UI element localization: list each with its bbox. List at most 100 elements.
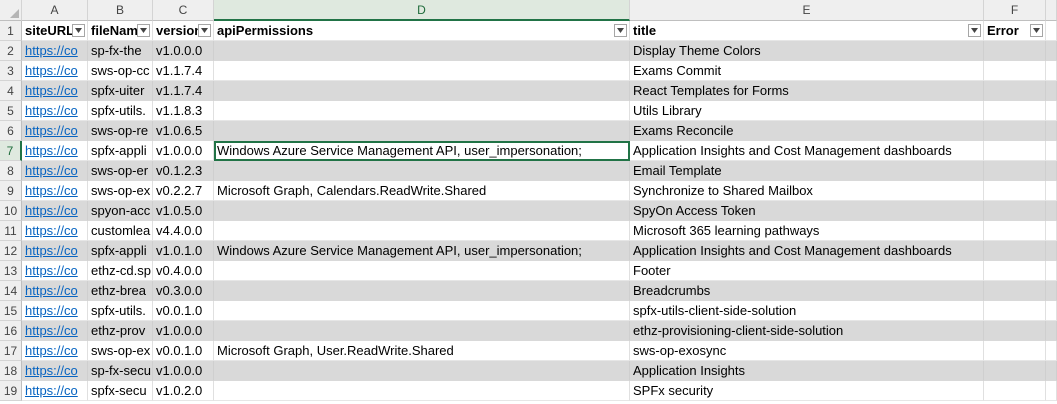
- file-name-cell[interactable]: sws-op-cc: [88, 61, 153, 81]
- file-name-cell[interactable]: spfx-utils.: [88, 101, 153, 121]
- cell[interactable]: [1046, 41, 1057, 61]
- row-number[interactable]: 14: [0, 281, 22, 301]
- site-url-link[interactable]: https://co: [22, 121, 88, 141]
- cell[interactable]: [1046, 301, 1057, 321]
- error-cell[interactable]: [984, 361, 1046, 381]
- cell[interactable]: [1046, 201, 1057, 221]
- error-cell[interactable]: [984, 221, 1046, 241]
- title-cell[interactable]: SPFx security: [630, 381, 984, 401]
- site-url-link[interactable]: https://co: [22, 101, 88, 121]
- version-cell[interactable]: v0.0.1.0: [153, 301, 214, 321]
- cell[interactable]: [1046, 241, 1057, 261]
- file-name-cell[interactable]: sws-op-er: [88, 161, 153, 181]
- cell[interactable]: [1046, 81, 1057, 101]
- site-url-link[interactable]: https://co: [22, 361, 88, 381]
- api-permissions-cell[interactable]: [214, 121, 630, 141]
- cell[interactable]: [1046, 381, 1057, 401]
- version-cell[interactable]: v0.2.2.7: [153, 181, 214, 201]
- title-cell[interactable]: Footer: [630, 261, 984, 281]
- site-url-link[interactable]: https://co: [22, 221, 88, 241]
- site-url-link[interactable]: https://co: [22, 161, 88, 181]
- cell[interactable]: [1046, 121, 1057, 141]
- version-cell[interactable]: v0.0.1.0: [153, 341, 214, 361]
- file-name-cell[interactable]: spfx-appli: [88, 241, 153, 261]
- row-number[interactable]: 16: [0, 321, 22, 341]
- row-number[interactable]: 11: [0, 221, 22, 241]
- title-cell[interactable]: Utils Library: [630, 101, 984, 121]
- site-url-link[interactable]: https://co: [22, 301, 88, 321]
- api-permissions-cell[interactable]: [214, 261, 630, 281]
- header-cell-title[interactable]: title: [630, 21, 984, 41]
- site-url-link[interactable]: https://co: [22, 281, 88, 301]
- version-cell[interactable]: v1.0.2.0: [153, 381, 214, 401]
- cell[interactable]: [1046, 321, 1057, 341]
- site-url-link[interactable]: https://co: [22, 201, 88, 221]
- site-url-link[interactable]: https://co: [22, 381, 88, 401]
- error-cell[interactable]: [984, 381, 1046, 401]
- api-permissions-cell[interactable]: [214, 221, 630, 241]
- api-permissions-cell[interactable]: [214, 281, 630, 301]
- version-cell[interactable]: v4.4.0.0: [153, 221, 214, 241]
- error-cell[interactable]: [984, 341, 1046, 361]
- filter-dropdown-icon[interactable]: [614, 24, 627, 37]
- api-permissions-cell[interactable]: [214, 101, 630, 121]
- version-cell[interactable]: v1.0.0.0: [153, 41, 214, 61]
- title-cell[interactable]: ethz-provisioning-client-side-solution: [630, 321, 984, 341]
- api-permissions-cell[interactable]: Microsoft Graph, User.ReadWrite.Shared: [214, 341, 630, 361]
- row-number[interactable]: 3: [0, 61, 22, 81]
- file-name-cell[interactable]: sp-fx-secu: [88, 361, 153, 381]
- version-cell[interactable]: v0.4.0.0: [153, 261, 214, 281]
- error-cell[interactable]: [984, 201, 1046, 221]
- spreadsheet-grid[interactable]: A B C D E F 1 siteURL fileName version a…: [0, 0, 1057, 404]
- header-cell-apipermissions[interactable]: apiPermissions: [214, 21, 630, 41]
- column-header-e[interactable]: E: [630, 0, 984, 21]
- error-cell[interactable]: [984, 121, 1046, 141]
- header-cell-filename[interactable]: fileName: [88, 21, 153, 41]
- column-header-a[interactable]: A: [22, 0, 88, 21]
- row-number[interactable]: 19: [0, 381, 22, 401]
- title-cell[interactable]: spfx-utils-client-side-solution: [630, 301, 984, 321]
- api-permissions-cell[interactable]: [214, 201, 630, 221]
- version-cell[interactable]: v1.1.8.3: [153, 101, 214, 121]
- file-name-cell[interactable]: spfx-secu: [88, 381, 153, 401]
- cell[interactable]: [1046, 181, 1057, 201]
- version-cell[interactable]: v1.0.6.5: [153, 121, 214, 141]
- error-cell[interactable]: [984, 61, 1046, 81]
- site-url-link[interactable]: https://co: [22, 181, 88, 201]
- error-cell[interactable]: [984, 41, 1046, 61]
- cell[interactable]: [1046, 361, 1057, 381]
- row-number[interactable]: 4: [0, 81, 22, 101]
- file-name-cell[interactable]: sws-op-ex: [88, 341, 153, 361]
- site-url-link[interactable]: https://co: [22, 141, 88, 161]
- row-number[interactable]: 5: [0, 101, 22, 121]
- filter-dropdown-icon[interactable]: [968, 24, 981, 37]
- row-number[interactable]: 6: [0, 121, 22, 141]
- file-name-cell[interactable]: customlea: [88, 221, 153, 241]
- error-cell[interactable]: [984, 261, 1046, 281]
- filter-dropdown-icon[interactable]: [137, 24, 150, 37]
- row-number[interactable]: 17: [0, 341, 22, 361]
- site-url-link[interactable]: https://co: [22, 241, 88, 261]
- filter-dropdown-icon[interactable]: [72, 24, 85, 37]
- file-name-cell[interactable]: ethz-cd.sp: [88, 261, 153, 281]
- api-permissions-cell[interactable]: [214, 301, 630, 321]
- error-cell[interactable]: [984, 281, 1046, 301]
- api-permissions-cell[interactable]: [214, 361, 630, 381]
- version-cell[interactable]: v1.1.7.4: [153, 61, 214, 81]
- site-url-link[interactable]: https://co: [22, 61, 88, 81]
- cell[interactable]: [1046, 261, 1057, 281]
- row-number[interactable]: 2: [0, 41, 22, 61]
- version-cell[interactable]: v0.1.2.3: [153, 161, 214, 181]
- row-number[interactable]: 8: [0, 161, 22, 181]
- version-cell[interactable]: v1.0.5.0: [153, 201, 214, 221]
- cell[interactable]: [1046, 281, 1057, 301]
- column-header-g[interactable]: [1046, 0, 1057, 21]
- file-name-cell[interactable]: spfx-appli: [88, 141, 153, 161]
- title-cell[interactable]: Breadcrumbs: [630, 281, 984, 301]
- title-cell[interactable]: Synchronize to Shared Mailbox: [630, 181, 984, 201]
- row-number[interactable]: 15: [0, 301, 22, 321]
- filter-dropdown-icon[interactable]: [198, 24, 211, 37]
- select-all-button[interactable]: [0, 0, 22, 21]
- api-permissions-cell[interactable]: [214, 81, 630, 101]
- error-cell[interactable]: [984, 181, 1046, 201]
